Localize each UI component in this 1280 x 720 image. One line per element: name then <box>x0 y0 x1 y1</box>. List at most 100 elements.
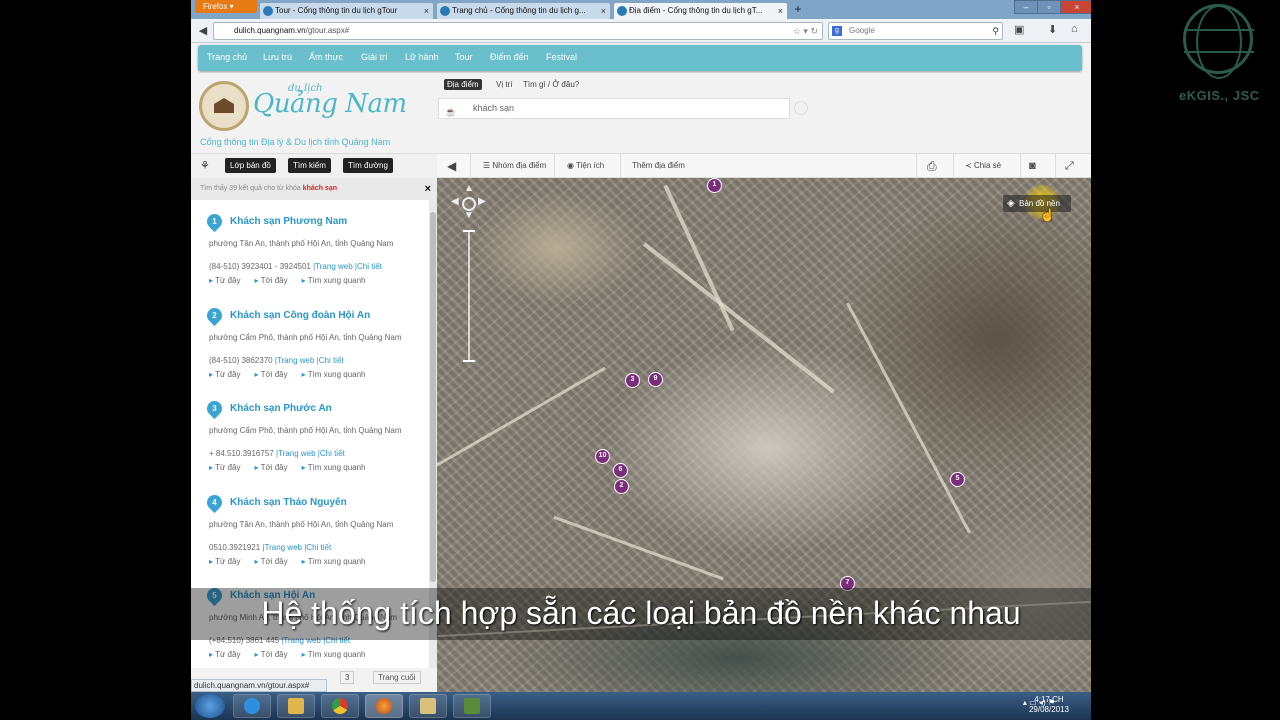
back-arrow-icon[interactable]: ◀ <box>195 23 211 39</box>
close-tab-icon[interactable]: × <box>424 3 429 19</box>
share-button[interactable]: ≺ Chia sẻ <box>965 154 1001 178</box>
map-marker[interactable]: 3 <box>625 373 640 388</box>
search-tab-location[interactable]: Vị trí <box>493 79 515 90</box>
to-here-link[interactable]: Tới đây <box>254 276 287 285</box>
result-name[interactable]: Khách sạn Công đoàn Hội An <box>230 310 370 321</box>
search-tab-places[interactable]: Địa điểm <box>444 79 482 90</box>
search-go-button[interactable] <box>794 101 808 115</box>
details-link[interactable]: |Chi tiết <box>304 543 331 552</box>
center-icon[interactable] <box>462 197 476 211</box>
clock[interactable]: 4:17 CH 29/08/2013 <box>1029 695 1069 715</box>
result-phone: 0510.3921921 |Trang web |Chi tiết <box>209 543 332 552</box>
basemap-button[interactable]: ◈ Bản đồ nền <box>1003 195 1071 212</box>
map-layers-button[interactable]: Lớp bản đồ <box>225 158 276 173</box>
nav-tour[interactable]: Tour <box>455 52 473 62</box>
place-search-input[interactable]: ☕ khách sạn <box>438 98 790 119</box>
bookmarks-icon[interactable]: ▣ <box>1014 23 1024 36</box>
search-input[interactable]: g Google ⚲ <box>828 22 1003 40</box>
taskbar-app[interactable] <box>453 694 491 718</box>
utilities-button[interactable]: ◉ Tiện ích <box>567 154 604 178</box>
search-nearby-link[interactable]: Tìm xung quanh <box>302 557 366 566</box>
tab-tour[interactable]: Tour - Cổng thông tin du lịch gTour × <box>259 2 434 19</box>
details-link[interactable]: |Chi tiết <box>355 262 382 271</box>
website-link[interactable]: |Trang web <box>275 356 315 365</box>
map-marker[interactable]: 5 <box>950 472 965 487</box>
home-icon[interactable]: ⌂ <box>1071 23 1078 35</box>
tab-home[interactable]: Trang chủ - Cổng thông tin du lịch g... … <box>436 2 611 19</box>
nav-travel[interactable]: Lữ hành <box>405 52 439 62</box>
close-tab-icon[interactable]: × <box>778 3 783 19</box>
zoom-out-handle[interactable] <box>463 360 475 362</box>
site-logo[interactable] <box>199 81 249 131</box>
website-link[interactable]: |Trang web <box>313 262 353 271</box>
close-window-button[interactable]: × <box>1060 0 1091 14</box>
map-marker[interactable]: 2 <box>614 479 629 494</box>
to-here-link[interactable]: Tới đây <box>254 557 287 566</box>
camera-icon[interactable]: ◙ <box>1029 154 1036 178</box>
nav-accommodation[interactable]: Lưu trú <box>263 52 292 62</box>
last-page-button[interactable]: Trang cuối <box>373 671 421 684</box>
taskbar-explorer[interactable] <box>277 694 315 718</box>
details-link[interactable]: |Chi tiết <box>317 356 344 365</box>
tab-places[interactable]: Địa điểm - Cổng thông tin du lịch gT... … <box>613 2 788 19</box>
result-name[interactable]: Khách sạn Phương Nam <box>230 216 347 227</box>
taskbar-firefox[interactable] <box>365 694 403 718</box>
add-place-button[interactable]: Thêm địa điểm <box>632 154 685 178</box>
zoom-slider[interactable] <box>463 230 475 362</box>
nav-entertainment[interactable]: Giải trí <box>361 52 388 62</box>
collapse-panel-icon[interactable]: ◀ <box>447 154 456 178</box>
pan-control[interactable]: ▲ ◀ ▶ ▼ <box>451 183 487 222</box>
directions-button[interactable]: Tìm đường <box>343 158 393 173</box>
website-link[interactable]: |Trang web <box>262 543 302 552</box>
close-tab-icon[interactable]: × <box>601 3 606 19</box>
result-name[interactable]: Khách sạn Phước An <box>230 403 332 414</box>
website-link[interactable]: |Trang web <box>276 449 316 458</box>
from-here-link[interactable]: Từ đây <box>209 650 240 659</box>
to-here-link[interactable]: Tới đây <box>254 370 287 379</box>
details-link[interactable]: |Chi tiết <box>318 449 345 458</box>
from-here-link[interactable]: Từ đây <box>209 463 240 472</box>
from-here-link[interactable]: Từ đây <box>209 557 240 566</box>
map-marker[interactable]: 1 <box>707 178 722 193</box>
new-tab-button[interactable]: + <box>789 2 807 18</box>
firefox-menu-button[interactable]: Firefox ▾ <box>195 0 257 13</box>
print-icon[interactable]: ⎙ <box>927 154 937 178</box>
nav-cuisine[interactable]: Ẩm thực <box>309 52 343 62</box>
search-nearby-link[interactable]: Tìm xung quanh <box>302 370 366 379</box>
taskbar-app[interactable] <box>409 694 447 718</box>
page-button[interactable]: 3 <box>340 671 355 684</box>
search-nearby-link[interactable]: Tìm xung quanh <box>302 276 366 285</box>
fullscreen-icon[interactable]: ⤢ <box>1065 154 1074 178</box>
nav-destinations[interactable]: Điểm đến <box>490 52 529 62</box>
search-tab-what-where[interactable]: Tìm gì / Ở đâu? <box>520 79 582 90</box>
to-here-link[interactable]: Tới đây <box>254 463 287 472</box>
to-here-link[interactable]: Tới đây <box>254 650 287 659</box>
zoom-in-handle[interactable] <box>463 230 475 232</box>
site-navigation: Trang chủ Lưu trú Ẩm thực Giải trí Lữ hà… <box>198 45 1082 71</box>
map-marker[interactable]: 10 <box>595 449 610 464</box>
from-here-link[interactable]: Từ đây <box>209 370 240 379</box>
address-bar[interactable]: dulich.quangnam.vn/gtour.aspx# ☆ ▾ ↻ <box>213 22 823 40</box>
search-icon[interactable]: ⚲ <box>992 23 999 39</box>
bookmark-star-icon[interactable]: ☆ ▾ ↻ <box>793 23 818 39</box>
map-marker[interactable]: 9 <box>648 372 663 387</box>
search-nearby-link[interactable]: Tìm xung quanh <box>302 650 366 659</box>
start-button[interactable] <box>195 694 225 718</box>
search-button[interactable]: Tìm kiếm <box>288 158 331 173</box>
place-groups-button[interactable]: ☰ Nhóm địa điểm <box>483 154 546 178</box>
close-results-icon[interactable]: × <box>425 178 431 200</box>
taskbar-chrome[interactable] <box>321 694 359 718</box>
download-icon[interactable]: ⬇ <box>1048 23 1057 36</box>
search-nearby-link[interactable]: Tìm xung quanh <box>302 463 366 472</box>
result-name[interactable]: Khách sạn Thảo Nguyên <box>230 497 347 508</box>
taskbar-ie[interactable] <box>233 694 271 718</box>
maximize-button[interactable]: ▫ <box>1037 0 1061 14</box>
map-marker[interactable]: 6 <box>613 463 628 478</box>
from-here-link[interactable]: Từ đây <box>209 276 240 285</box>
nav-festival[interactable]: Festival <box>546 52 577 62</box>
nav-home[interactable]: Trang chủ <box>207 52 247 62</box>
ie-icon <box>244 698 260 714</box>
scrollbar-thumb[interactable] <box>430 212 436 582</box>
sitemap-icon[interactable]: ⚘ <box>200 159 210 172</box>
minimize-button[interactable]: – <box>1014 0 1038 14</box>
